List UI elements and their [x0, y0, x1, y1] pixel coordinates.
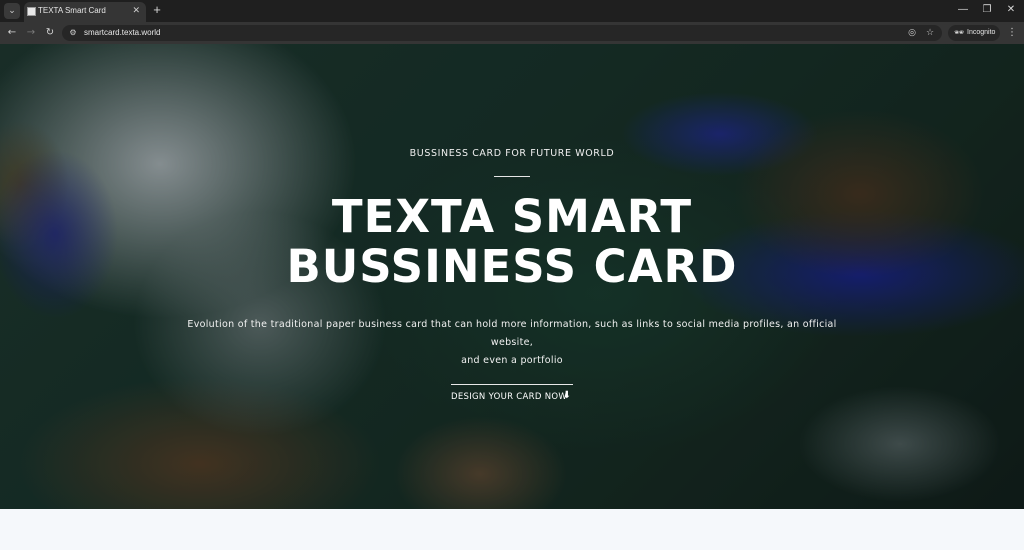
- browser-toolbar: ← → ↻ ⚙ smartcard.texta.world ◎ ☆ 🕶 Inco…: [0, 22, 1024, 44]
- favicon-icon: [27, 7, 36, 16]
- url-text[interactable]: smartcard.texta.world: [84, 27, 160, 39]
- back-button[interactable]: ←: [5, 26, 19, 40]
- hero-section: BUSSINESS CARD FOR FUTURE WORLD TEXTA SM…: [0, 44, 1024, 509]
- tab-close-icon[interactable]: ✕: [132, 5, 140, 17]
- description-line-2: and even a portfolio: [461, 355, 563, 366]
- description-line-1: Evolution of the traditional paper busin…: [187, 319, 837, 348]
- incognito-icon: 🕶: [954, 28, 965, 37]
- hero-headline: TEXTA SMART BUSSINESS CARD: [0, 192, 1024, 292]
- hero-content: BUSSINESS CARD FOR FUTURE WORLD TEXTA SM…: [0, 44, 1024, 509]
- hero-eyebrow: BUSSINESS CARD FOR FUTURE WORLD: [409, 148, 615, 159]
- next-section: [0, 509, 1024, 550]
- tab-search-icon[interactable]: ⌄: [4, 3, 20, 19]
- cta-label: DESIGN YOUR CARD NOW: [451, 392, 568, 402]
- site-info-icon[interactable]: ⚙: [67, 27, 79, 39]
- bookmark-star-icon[interactable]: ☆: [924, 27, 936, 39]
- incognito-chip[interactable]: 🕶 Incognito: [948, 25, 1000, 41]
- browser-menu-icon[interactable]: ⋮: [1006, 26, 1018, 40]
- new-tab-button[interactable]: +: [150, 3, 164, 17]
- forward-button[interactable]: →: [24, 26, 38, 40]
- tab-strip: ⌄ TEXTA Smart Card ✕ + — ❐ ✕: [0, 0, 1024, 22]
- minimize-button[interactable]: —: [953, 3, 973, 17]
- incognito-label: Incognito: [967, 29, 996, 36]
- eyebrow-divider: [494, 176, 530, 177]
- design-your-card-button[interactable]: DESIGN YOUR CARD NOW ⬇: [451, 384, 573, 408]
- hero-description: Evolution of the traditional paper busin…: [180, 316, 844, 370]
- address-bar[interactable]: ⚙ smartcard.texta.world ◎ ☆: [62, 25, 942, 41]
- eye-off-icon[interactable]: ◎: [906, 27, 918, 39]
- tab-texta-smart-card[interactable]: TEXTA Smart Card ✕: [24, 2, 146, 22]
- headline-line-2: BUSSINESS CARD: [286, 240, 738, 293]
- headline-line-1: TEXTA SMART: [331, 190, 693, 243]
- reload-button[interactable]: ↻: [43, 26, 57, 40]
- tab-title: TEXTA Smart Card: [38, 6, 106, 15]
- close-window-button[interactable]: ✕: [1001, 3, 1021, 17]
- restore-button[interactable]: ❐: [977, 3, 997, 17]
- arrow-down-icon: ⬇: [562, 390, 571, 401]
